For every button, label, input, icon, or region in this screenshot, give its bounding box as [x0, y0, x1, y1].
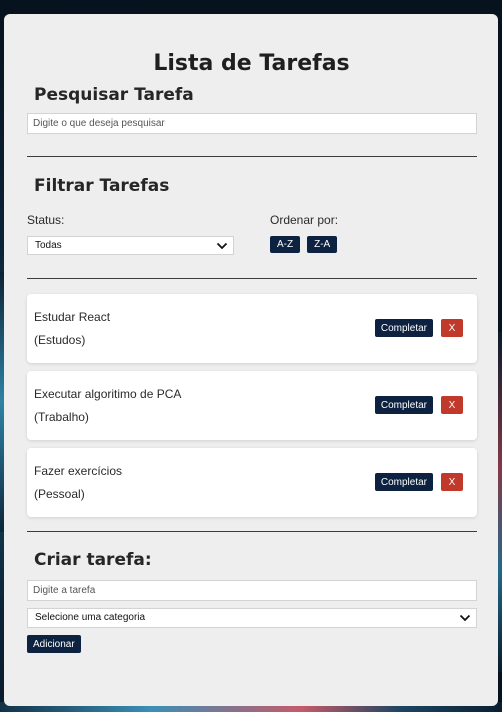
chevron-down-icon	[216, 242, 228, 250]
todo-app-card: Lista de Tarefas Pesquisar Tarefa Filtra…	[4, 14, 498, 706]
task-actions: Completar X	[374, 473, 463, 491]
task-category: (Pessoal)	[34, 487, 85, 501]
sort-controls: Ordenar por: A-Z Z-A	[270, 213, 338, 255]
complete-task-button[interactable]: Completar	[374, 473, 433, 491]
complete-task-button[interactable]: Completar	[374, 396, 433, 414]
section-divider	[27, 278, 477, 279]
filter-heading: Filtrar Tarefas	[34, 176, 170, 196]
task-item: Estudar React (Estudos) Completar X	[27, 294, 477, 363]
sort-buttons: A-Z Z-A	[270, 236, 338, 253]
sort-label: Ordenar por:	[270, 213, 339, 227]
section-divider	[27, 531, 477, 532]
task-title: Fazer exercícios	[34, 464, 123, 478]
create-task-section: Criar tarefa: Selecione uma categoria Ad…	[27, 549, 477, 653]
task-title: Estudar React	[34, 310, 111, 324]
complete-task-button[interactable]: Completar	[374, 319, 433, 337]
status-label: Status:	[27, 213, 65, 227]
search-heading: Pesquisar Tarefa	[34, 85, 194, 105]
search-section: Pesquisar Tarefa	[27, 84, 477, 134]
sort-desc-button[interactable]: Z-A	[307, 236, 338, 253]
task-list: Estudar React (Estudos) Completar X Exec…	[27, 294, 477, 517]
task-actions: Completar X	[374, 319, 463, 337]
task-item: Executar algoritimo de PCA (Trabalho) Co…	[27, 371, 477, 440]
category-select-value: Selecione uma categoria	[35, 612, 146, 623]
status-filter: Status: Todas	[27, 213, 270, 255]
task-category: (Trabalho)	[34, 410, 89, 424]
page-title: Lista de Tarefas	[153, 51, 350, 76]
task-item: Fazer exercícios (Pessoal) Completar X	[27, 448, 477, 517]
status-select-value: Todas	[35, 240, 62, 251]
category-select[interactable]: Selecione uma categoria	[27, 608, 477, 628]
section-divider	[27, 156, 477, 157]
chevron-down-icon	[459, 614, 471, 622]
remove-task-button[interactable]: X	[441, 396, 463, 414]
remove-task-button[interactable]: X	[441, 319, 463, 337]
add-task-button[interactable]: Adicionar	[27, 635, 81, 653]
remove-task-button[interactable]: X	[441, 473, 463, 491]
sort-asc-button[interactable]: A-Z	[270, 236, 301, 253]
filter-section: Filtrar Tarefas Status: Todas Ordenar po…	[27, 175, 476, 255]
filter-row: Status: Todas Ordenar por: A-Z Z-A	[27, 213, 476, 255]
task-actions: Completar X	[374, 396, 463, 414]
task-category: (Estudos)	[34, 333, 86, 347]
new-task-input[interactable]	[27, 580, 477, 601]
status-select[interactable]: Todas	[27, 236, 234, 255]
search-input[interactable]	[27, 113, 477, 134]
create-heading: Criar tarefa:	[34, 550, 152, 570]
task-title: Executar algoritimo de PCA	[34, 387, 182, 401]
